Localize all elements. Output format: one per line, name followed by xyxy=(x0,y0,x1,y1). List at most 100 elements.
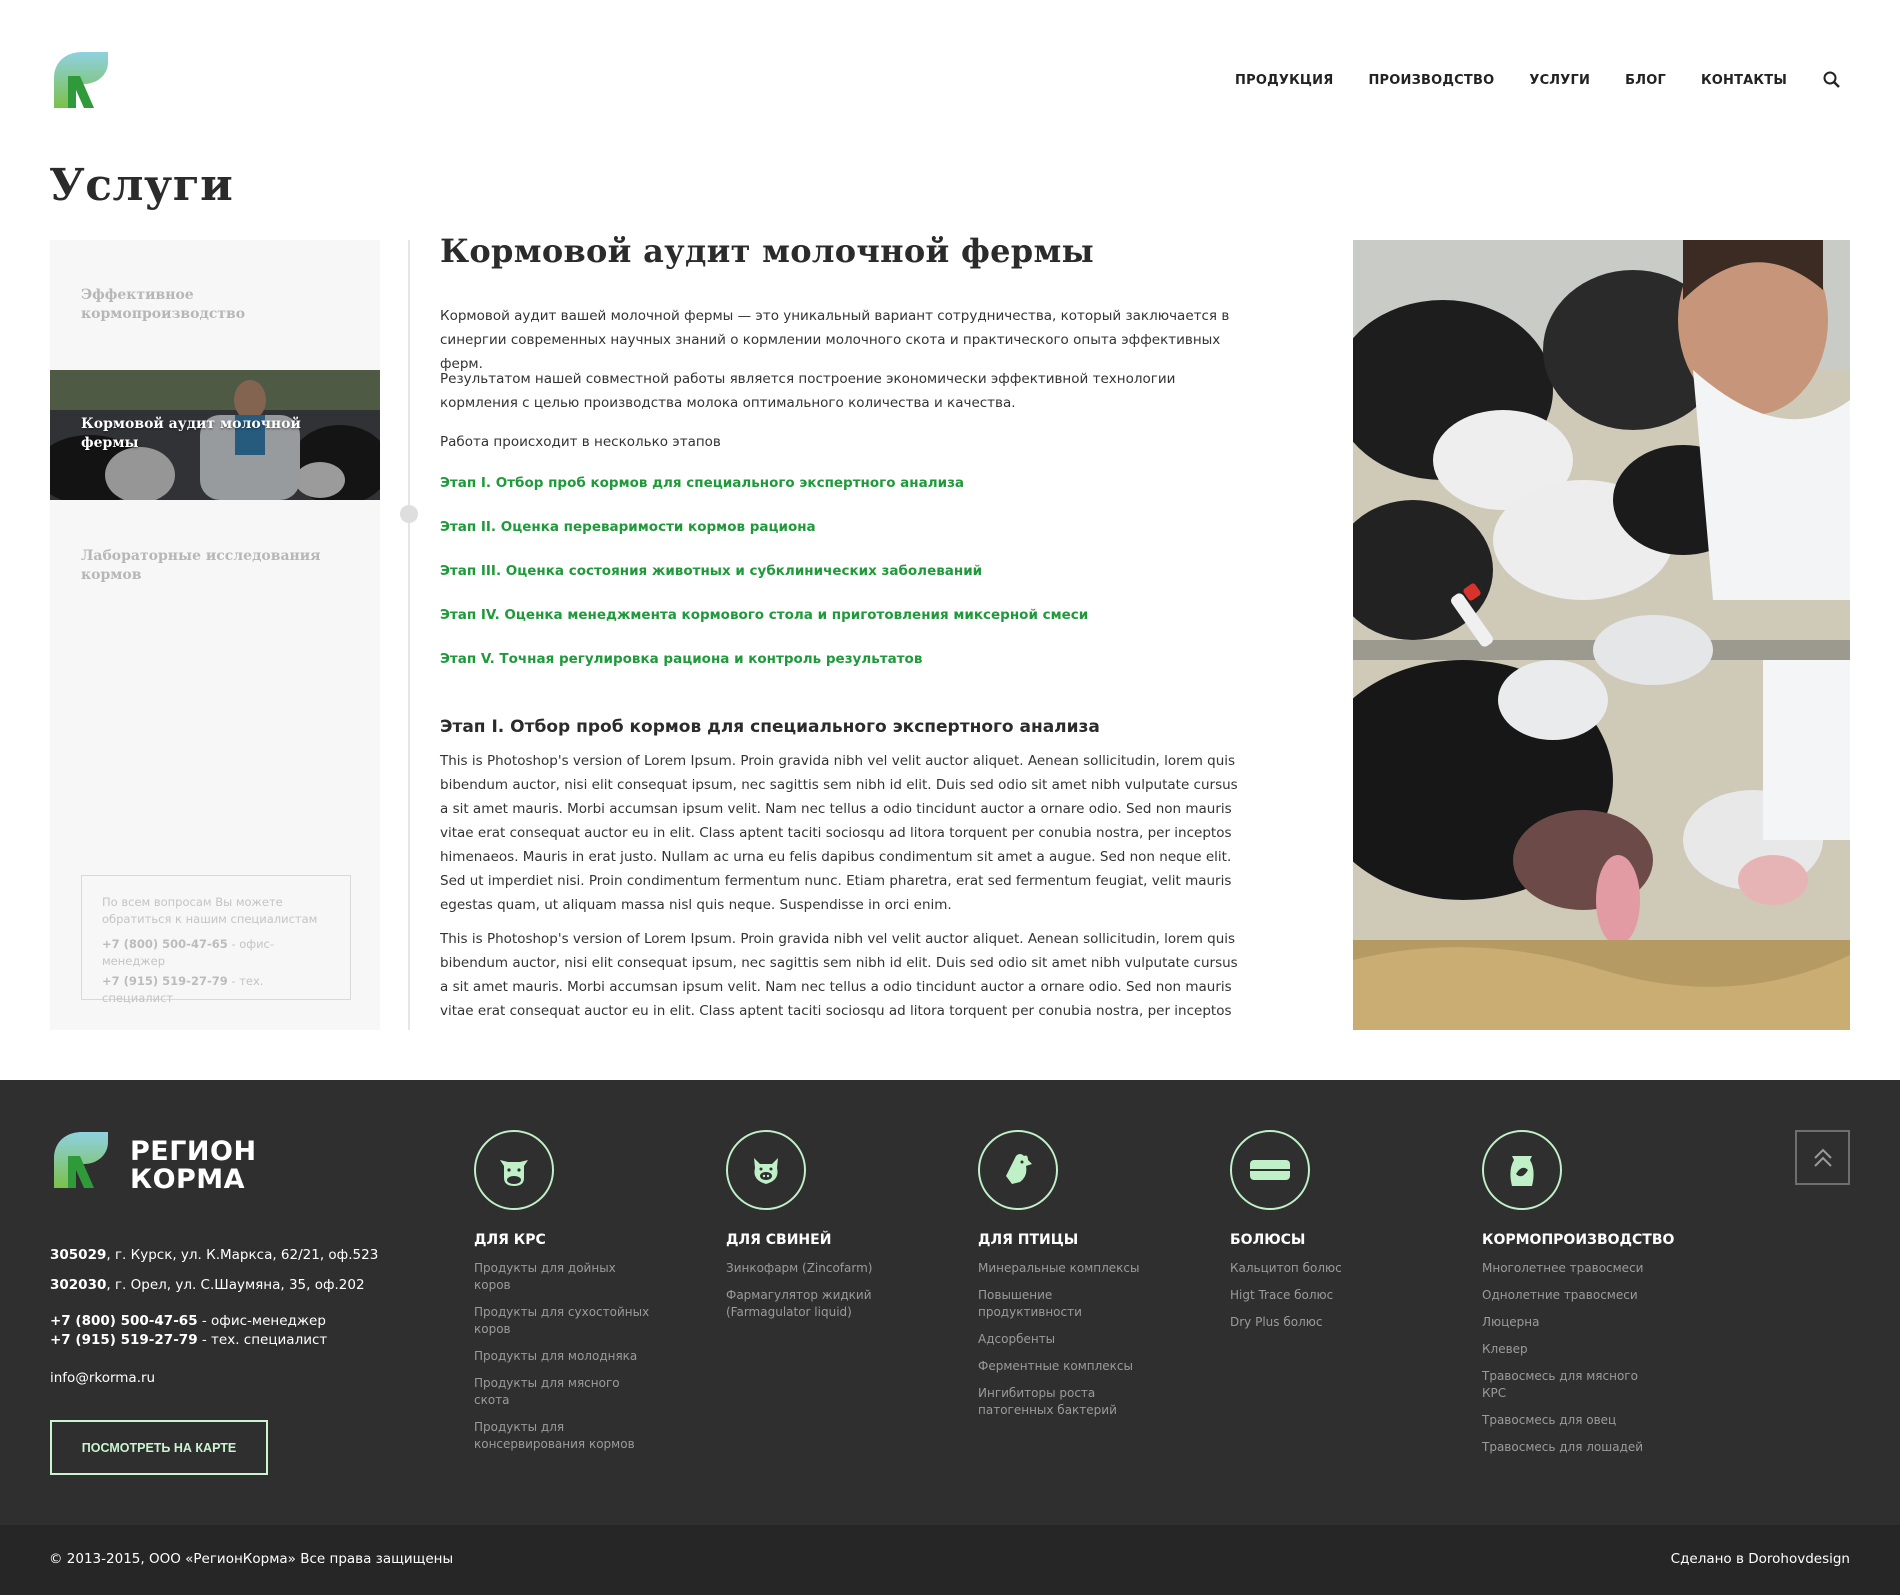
phone-role: - офис-менеджер xyxy=(197,1313,326,1329)
nav-production[interactable]: ПРОИЗВОДСТВО xyxy=(1368,73,1494,88)
footer-link-list: Продукты для дойных коров Продукты для с… xyxy=(474,1260,694,1453)
address-row: 305029, г. Курск, ул. К.Маркса, 62/21, о… xyxy=(50,1240,378,1270)
footer-bottom-bar: © 2013-2015, ООО «РегионКорма» Все права… xyxy=(0,1525,1900,1595)
footer-link[interactable]: Зинкофарм (Zincofarm) xyxy=(726,1260,906,1277)
double-chevron-up-icon xyxy=(1813,1148,1832,1167)
nav-services[interactable]: УСЛУГИ xyxy=(1529,73,1590,88)
section-title: Этап I. Отбор проб кормов для специально… xyxy=(440,717,1100,737)
site-logo[interactable] xyxy=(50,50,110,110)
bolus-icon xyxy=(1230,1130,1310,1210)
footer-link[interactable]: Фармагулятор жидкий (Farmagulator liquid… xyxy=(726,1287,906,1321)
footer-addresses: 305029, г. Курск, ул. К.Маркса, 62/21, о… xyxy=(50,1240,378,1300)
site-footer: РЕГИОН КОРМА 305029, г. Курск, ул. К.Мар… xyxy=(0,1080,1900,1525)
footer-brand: РЕГИОН КОРМА xyxy=(130,1138,257,1194)
footer-link-list: Кальцитоп болюс Higt Trace болюс Dry Plu… xyxy=(1230,1260,1450,1331)
footer-link[interactable]: Higt Trace болюс xyxy=(1230,1287,1410,1304)
footer-link[interactable]: Многолетнее травосмеси xyxy=(1482,1260,1662,1277)
footer-phones: +7 (800) 500-47-65 - офис-менеджер +7 (9… xyxy=(50,1312,327,1350)
stage-link-1[interactable]: Этап I. Отбор проб кормов для специально… xyxy=(440,475,964,491)
sidebar-item-label: Кормовой аудит молочной фермы xyxy=(81,416,301,451)
footer-logo-mark xyxy=(54,1132,108,1188)
footer-link-list: Многолетнее травосмеси Однолетние травос… xyxy=(1482,1260,1702,1456)
sidebar-item-feed-production[interactable]: Эффективное кормопроизводство xyxy=(50,286,380,324)
footer-link[interactable]: Люцерна xyxy=(1482,1314,1662,1331)
sidebar-item-feed-audit[interactable]: Кормовой аудит молочной фермы xyxy=(50,370,380,500)
footer-link-list: Зинкофарм (Zincofarm) Фармагулятор жидки… xyxy=(726,1260,946,1321)
contact-phone-row: +7 (800) 500-47-65 - офис-менеджер xyxy=(102,936,330,970)
footer-phone[interactable]: +7 (915) 519-27-79 xyxy=(50,1332,198,1348)
phone-role: - тех. специалист xyxy=(197,1332,328,1348)
footer-link[interactable]: Травосмесь для овец xyxy=(1482,1412,1662,1429)
footer-column-title: БОЛЮСЫ xyxy=(1230,1232,1306,1248)
pig-icon xyxy=(726,1130,806,1210)
footer-column-title: КОРМОПРОИЗВОДСТВО xyxy=(1482,1232,1675,1248)
address-text: , г. Орел, ул. С.Шаумяна, 35, оф.202 xyxy=(106,1277,365,1293)
footer-link[interactable]: Продукты для сухостойных коров xyxy=(474,1304,654,1338)
stage-link-3[interactable]: Этап III. Оценка состояния животных и су… xyxy=(440,563,982,579)
footer-column-title: ДЛЯ СВИНЕЙ xyxy=(726,1232,832,1248)
phone-row: +7 (915) 519-27-79 - тех. специалист xyxy=(50,1331,327,1350)
footer-link[interactable]: Минеральные комплексы xyxy=(978,1260,1158,1277)
phone-row: +7 (800) 500-47-65 - офис-менеджер xyxy=(50,1312,327,1331)
chicken-icon xyxy=(978,1130,1058,1210)
section-paragraph: This is Photoshop's version of Lorem Ips… xyxy=(440,753,1238,913)
stage-link-5[interactable]: Этап V. Точная регулировка рациона и кон… xyxy=(440,651,922,667)
copyright-text: © 2013-2015, ООО «РегионКорма» Все права… xyxy=(49,1551,454,1567)
footer-column-pigs: ДЛЯ СВИНЕЙ Зинкофарм (Zincofarm) Фармагу… xyxy=(726,1130,946,1331)
footer-column-title: ДЛЯ КРС xyxy=(474,1232,546,1248)
address-zip: 302030 xyxy=(50,1277,107,1293)
footer-link[interactable]: Продукты для мясного скота xyxy=(474,1375,654,1409)
search-icon[interactable] xyxy=(1822,70,1842,90)
footer-link[interactable]: Ингибиторы роста патогенных бактерий xyxy=(978,1385,1158,1419)
footer-column-cattle: ДЛЯ КРС Продукты для дойных коров Продук… xyxy=(474,1130,694,1463)
main-nav: ПРОДУКЦИЯ ПРОИЗВОДСТВО УСЛУГИ БЛОГ КОНТА… xyxy=(1235,70,1842,90)
result-paragraph: Результатом нашей совместной работы явля… xyxy=(440,371,1176,411)
timeline-line xyxy=(408,240,410,1030)
scroll-to-top-button[interactable] xyxy=(1795,1130,1850,1185)
footer-link[interactable]: Продукты для дойных коров xyxy=(474,1260,654,1294)
view-map-button[interactable]: ПОСМОТРЕТЬ НА КАРТЕ xyxy=(50,1420,268,1475)
page-title: Услуги xyxy=(49,160,234,211)
contact-phone[interactable]: +7 (915) 519-27-79 xyxy=(102,974,228,988)
timeline-dot xyxy=(400,505,418,523)
service-title: Кормовой аудит молочной фермы xyxy=(440,232,1094,270)
address-zip: 305029 xyxy=(50,1247,107,1263)
address-text: , г. Курск, ул. К.Маркса, 62/21, оф.523 xyxy=(106,1247,379,1263)
sidebar-contact-box: По всем вопросам Вы можете обратиться к … xyxy=(81,875,351,1005)
stage-link-2[interactable]: Этап II. Оценка переваримости кормов рац… xyxy=(440,519,816,535)
hero-image-vet-with-cows xyxy=(1353,240,1850,1030)
contact-phone[interactable]: +7 (800) 500-47-65 xyxy=(102,937,228,951)
footer-column-title: ДЛЯ ПТИЦЫ xyxy=(978,1232,1079,1248)
cow-icon xyxy=(474,1130,554,1210)
footer-logo[interactable]: РЕГИОН КОРМА xyxy=(50,1130,256,1194)
sidebar-item-lab-research[interactable]: Лабораторные исследования кормов xyxy=(50,547,380,585)
footer-link[interactable]: Травосмесь для мясного КРС xyxy=(1482,1368,1662,1402)
footer-email[interactable]: info@rkorma.ru xyxy=(50,1370,155,1386)
footer-link[interactable]: Повышение продуктивности xyxy=(978,1287,1158,1321)
footer-link[interactable]: Продукты для молодняка xyxy=(474,1348,654,1365)
stage-link-4[interactable]: Этап IV. Оценка менеджмента кормового ст… xyxy=(440,607,1088,623)
footer-column-poultry: ДЛЯ ПТИЦЫ Минеральные комплексы Повышени… xyxy=(978,1130,1198,1429)
footer-link[interactable]: Продукты для консервирования кормов xyxy=(474,1419,654,1453)
services-sidebar: Эффективное кормопроизводство Кормовой а… xyxy=(50,240,380,1030)
footer-link[interactable]: Клевер xyxy=(1482,1341,1662,1358)
footer-link[interactable]: Кальцитоп болюс xyxy=(1230,1260,1410,1277)
footer-link[interactable]: Травосмесь для лошадей xyxy=(1482,1439,1662,1456)
brand-line: РЕГИОН xyxy=(130,1136,257,1167)
nav-contacts[interactable]: КОНТАКТЫ xyxy=(1701,73,1787,88)
footer-column-boluses: БОЛЮСЫ Кальцитоп болюс Higt Trace болюс … xyxy=(1230,1130,1450,1341)
address-row: 302030, г. Орел, ул. С.Шаумяна, 35, оф.2… xyxy=(50,1270,378,1300)
stages-intro: Работа происходит в несколько этапов xyxy=(440,434,721,450)
nav-blog[interactable]: БЛОГ xyxy=(1625,73,1666,88)
brand-line: КОРМА xyxy=(130,1164,246,1195)
made-by-link[interactable]: Сделано в Dorohovdesign xyxy=(1671,1551,1850,1567)
nav-products[interactable]: ПРОДУКЦИЯ xyxy=(1235,73,1333,88)
intro-paragraph: Кормовой аудит вашей молочной фермы — эт… xyxy=(440,308,1230,372)
footer-link-list: Минеральные комплексы Повышение продукти… xyxy=(978,1260,1198,1419)
footer-link[interactable]: Dry Plus болюс xyxy=(1230,1314,1410,1331)
footer-link[interactable]: Ферментные комплексы xyxy=(978,1358,1158,1375)
footer-link[interactable]: Однолетние травосмеси xyxy=(1482,1287,1662,1304)
footer-phone[interactable]: +7 (800) 500-47-65 xyxy=(50,1313,198,1329)
feed-bag-icon xyxy=(1482,1130,1562,1210)
footer-link[interactable]: Адсорбенты xyxy=(978,1331,1158,1348)
